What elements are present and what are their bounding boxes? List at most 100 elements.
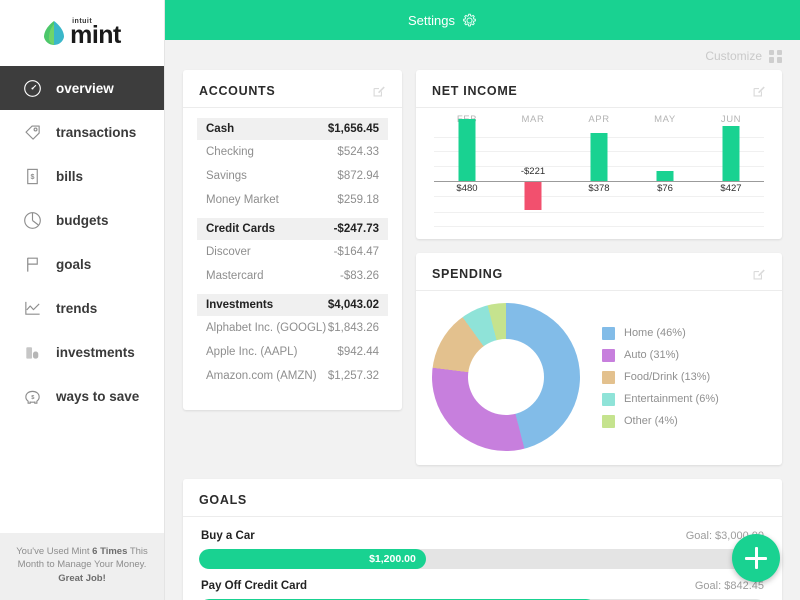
account-row[interactable]: Money Market $259.18	[197, 188, 388, 212]
customize-label: Customize	[705, 49, 762, 63]
goal-item: Pay Off Credit CardGoal: $842.45$594.72	[199, 577, 766, 600]
top-header-bar: Settings	[165, 0, 800, 40]
legend-item[interactable]: Auto (31%)	[602, 349, 719, 362]
account-row[interactable]: Checking$524.33	[197, 140, 388, 164]
goal-header-row: Pay Off Credit CardGoal: $842.45	[199, 577, 766, 599]
account-row[interactable]: Discover-$164.47	[197, 240, 388, 264]
pie-chart-icon	[22, 210, 42, 230]
sidebar-item-label: trends	[56, 301, 97, 316]
sidebar-item-transactions[interactable]: transactions	[0, 110, 164, 154]
goal-name: Pay Off Credit Card	[201, 580, 307, 592]
account-group: Credit Cards -$247.73 Discover-$164.47Mast…	[197, 218, 388, 288]
net-income-bar-column[interactable]: $76	[632, 131, 698, 227]
usage-count: 6 Times	[92, 546, 127, 557]
customize-button[interactable]: Customize	[165, 42, 800, 70]
net-income-bar-column[interactable]: $427	[698, 131, 764, 227]
account-name: Discover	[206, 246, 251, 258]
sidebar-item-investments[interactable]: investments	[0, 330, 164, 374]
spending-title: SPENDING	[432, 267, 503, 281]
net-income-bar-column[interactable]: $480	[434, 131, 500, 227]
spending-donut-chart	[432, 303, 580, 451]
account-group-name: Credit Cards	[206, 223, 275, 235]
account-name: Alphabet Inc. (GOOGL)	[206, 322, 326, 334]
net-income-title: NET INCOME	[432, 84, 517, 98]
main-area: Settings Customize ACCOUNTS	[165, 0, 800, 600]
sidebar-item-goals[interactable]: goals	[0, 242, 164, 286]
sidebar-item-ways-to-save[interactable]: $ ways to save	[0, 374, 164, 418]
goal-progress-track[interactable]: $1,200.00	[199, 549, 766, 569]
spending-header: SPENDING	[416, 253, 782, 291]
add-button[interactable]	[732, 534, 780, 582]
net-income-bar-column[interactable]: -$221	[500, 131, 566, 227]
goal-name: Buy a Car	[201, 530, 255, 542]
settings-button[interactable]: Settings	[408, 13, 477, 28]
legend-item[interactable]: Food/Drink (13%)	[602, 371, 719, 384]
grid-icon	[769, 50, 782, 63]
mint-wordmark: intuit mint	[70, 18, 121, 48]
sidebar-item-trends[interactable]: trends	[0, 286, 164, 330]
legend-label: Other (4%)	[624, 415, 678, 427]
net-income-value-label: $76	[657, 183, 673, 194]
bar-chart-icon	[22, 342, 42, 362]
account-row[interactable]: Alphabet Inc. (GOOGL)$1,843.26	[197, 316, 388, 340]
mint-label: mint	[70, 23, 121, 48]
sidebar-item-bills[interactable]: $ bills	[0, 154, 164, 198]
line-chart-icon	[22, 298, 42, 318]
sidebar-item-overview[interactable]: overview	[0, 66, 164, 110]
flag-icon	[22, 254, 42, 274]
goals-header: GOALS	[183, 479, 782, 517]
account-row[interactable]: Mastercard-$83.26	[197, 264, 388, 288]
net-income-value-label: $427	[720, 183, 741, 194]
spending-body: Home (46%) Auto (31%) Food/Drink (13%) Ente…	[416, 291, 782, 465]
net-income-bar	[657, 171, 674, 181]
legend-item[interactable]: Home (46%)	[602, 327, 719, 340]
piggy-bank-icon: $	[22, 386, 42, 406]
mint-logo[interactable]: intuit mint	[0, 0, 164, 66]
legend-swatch	[602, 349, 615, 362]
net-income-value-label: $480	[456, 183, 477, 194]
tag-icon	[22, 122, 42, 142]
legend-item[interactable]: Other (4%)	[602, 415, 719, 428]
net-income-body: FEBMARAPRMAYJUN $480-$221$378$76$427	[416, 108, 782, 239]
account-group-total: $1,656.45	[328, 123, 379, 135]
goal-header-row: Buy a CarGoal: $3,000.00	[199, 527, 766, 549]
account-value: $1,257.32	[328, 370, 379, 382]
account-group-header[interactable]: Credit Cards -$247.73	[197, 218, 388, 240]
net-income-bar-column[interactable]: $378	[566, 131, 632, 227]
account-group-header[interactable]: Cash$1,656.45	[197, 118, 388, 140]
net-income-bar	[723, 126, 740, 181]
sidebar-item-label: bills	[56, 169, 83, 184]
account-group-header[interactable]: Investments$4,043.02	[197, 294, 388, 316]
account-value: -$83.26	[340, 270, 379, 282]
edit-icon[interactable]	[372, 84, 386, 98]
account-group: Cash$1,656.45Checking$524.33Savings$872.…	[197, 118, 388, 212]
net-income-bar	[525, 182, 542, 210]
dashboard-grid: ACCOUNTS Cash$1,656.45Checking$524.33Sav…	[165, 70, 800, 465]
edit-icon[interactable]	[752, 267, 766, 281]
legend-swatch	[602, 327, 615, 340]
mint-dashboard: intuit mint overview transactions $	[0, 0, 800, 600]
net-income-value-label: $378	[588, 183, 609, 194]
legend-swatch	[602, 415, 615, 428]
usage-line1-pre: You've Used Mint	[16, 546, 92, 557]
legend-item[interactable]: Entertainment (6%)	[602, 393, 719, 406]
account-row[interactable]: Savings$872.94	[197, 164, 388, 188]
account-value: $259.18	[337, 194, 379, 206]
goals-body: Buy a CarGoal: $3,000.00$1,200.00 Pay Off…	[183, 517, 782, 600]
goal-item: Buy a CarGoal: $3,000.00$1,200.00	[199, 527, 766, 569]
sidebar-item-budgets[interactable]: budgets	[0, 198, 164, 242]
account-group-total: $4,043.02	[328, 299, 379, 311]
account-name: Money Market	[206, 194, 279, 206]
accounts-card: ACCOUNTS Cash$1,656.45Checking$524.33Sav…	[183, 70, 402, 410]
receipt-icon: $	[22, 166, 42, 186]
edit-icon[interactable]	[752, 84, 766, 98]
account-row[interactable]: Amazon.com (AMZN)$1,257.32	[197, 364, 388, 388]
sidebar-item-label: overview	[56, 81, 114, 96]
account-row[interactable]: Apple Inc. (AAPL)$942.44	[197, 340, 388, 364]
svg-text:$: $	[31, 394, 35, 400]
account-value: $524.33	[337, 146, 379, 158]
net-income-month-label: MAY	[632, 114, 698, 131]
net-income-value-label: -$221	[521, 166, 545, 177]
accounts-title: ACCOUNTS	[199, 84, 275, 98]
account-group-total: -$247.73	[334, 223, 379, 235]
